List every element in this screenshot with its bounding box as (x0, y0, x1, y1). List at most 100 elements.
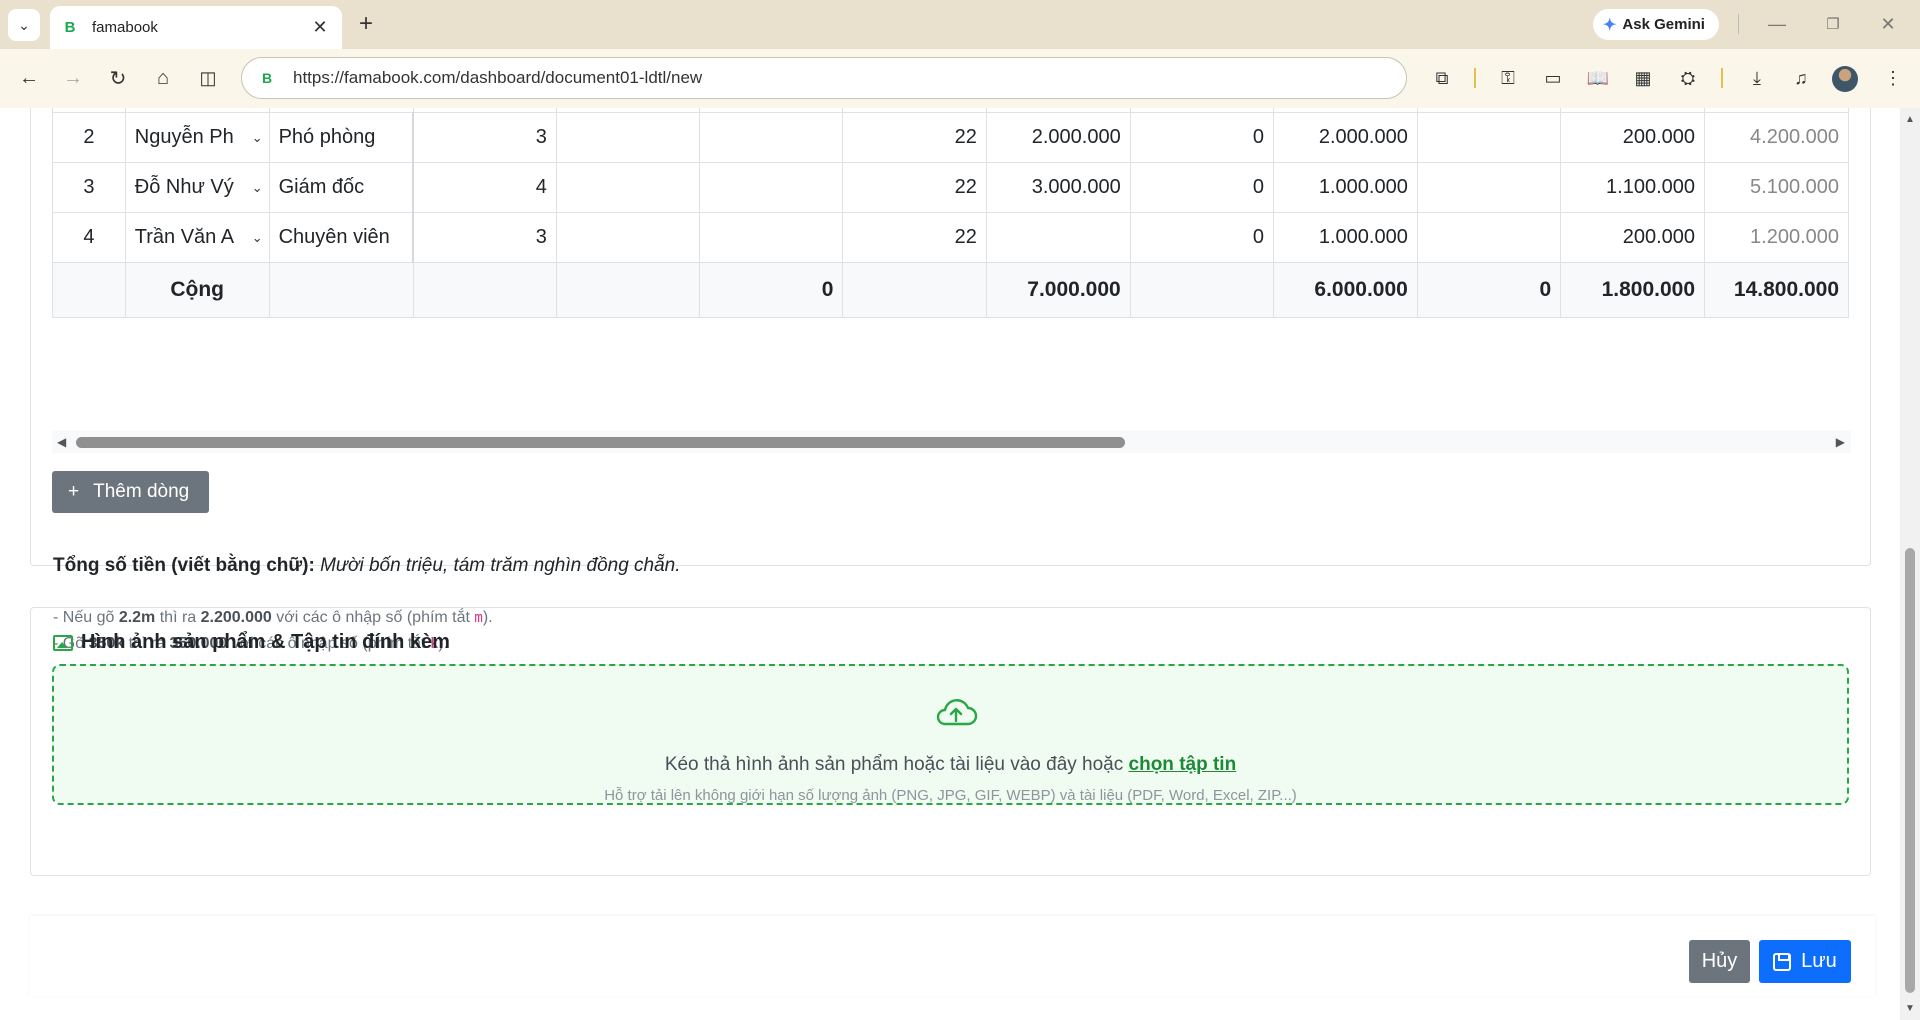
employee-select[interactable]: Trần Văn A ⌄ (124, 212, 270, 263)
minimize-icon[interactable]: — (1757, 10, 1797, 38)
scroll-left-arrow-icon[interactable]: ◀ (57, 435, 66, 449)
totals-empty-cell (842, 262, 987, 318)
page-content: 2 Nguyễn Ph ⌄ Phó phòng 3 22 2.000.000 0 … (0, 108, 1920, 1020)
tab-list-chevron-icon[interactable]: ⌄ (8, 9, 40, 41)
save-label: Lưu (1801, 950, 1837, 972)
employee-name: Nguyễn Ph (134, 126, 234, 148)
scroll-right-arrow-icon[interactable]: ▶ (1836, 435, 1845, 449)
horizontal-scroll-thumb[interactable] (76, 437, 1125, 448)
coefficient-input[interactable]: 3 (412, 112, 557, 163)
work-days-input[interactable]: 22 (842, 162, 987, 213)
url-text: https://famabook.com/dashboard/document0… (293, 68, 703, 87)
table-row: 3 Đỗ Như Vý ⌄ Giám đốc 4 22 3.000.000 0 1… (52, 162, 1849, 213)
media-control-icon[interactable]: ♫ (1786, 63, 1816, 93)
chevron-down-icon: ⌄ (251, 229, 263, 245)
number-input[interactable] (699, 112, 844, 163)
back-arrow-icon[interactable]: ← (14, 63, 44, 93)
image-icon (53, 634, 73, 651)
amount-input[interactable]: 1.000.000 (1273, 162, 1418, 213)
amount-input[interactable]: 1.000.000 (1273, 212, 1418, 263)
number-input[interactable] (555, 162, 701, 213)
amount-input[interactable] (985, 212, 1131, 263)
file-dropzone[interactable]: Kéo thả hình ảnh sản phẩm hoặc tài liệu … (52, 664, 1849, 805)
toolbar-separator (1721, 68, 1723, 88)
choose-file-link[interactable]: chọn tập tin (1129, 754, 1237, 775)
save-button[interactable]: Lưu (1759, 940, 1851, 983)
position-cell: Chuyên viên (268, 212, 415, 263)
position-cell: Giám đốc (268, 162, 415, 213)
amount-input[interactable]: 0 (1129, 112, 1275, 163)
cancel-button[interactable]: Hủy (1689, 940, 1750, 983)
add-row-button[interactable]: + Thêm dòng (52, 471, 209, 513)
window-controls-separator (1738, 14, 1739, 34)
amount-in-words-value: Mười bốn triệu, tám trăm nghìn đồng chẵn… (320, 555, 681, 576)
work-days-input[interactable]: 22 (842, 212, 987, 263)
row-total: 4.200.000 (1704, 112, 1849, 163)
profile-avatar[interactable] (1832, 66, 1858, 92)
tab-close-icon[interactable]: ✕ (310, 17, 330, 38)
attachments-title: Hình ảnh sản phẩm & Tập tin đính kèm (53, 631, 450, 654)
site-info-icon[interactable]: B (258, 69, 276, 87)
vertical-scroll-thumb[interactable] (1905, 548, 1915, 993)
totals-value: 0 (1416, 262, 1562, 318)
row-index: 3 (52, 162, 126, 213)
more-menu-icon[interactable]: ⋮ (1878, 63, 1908, 93)
row-index: 4 (52, 212, 126, 263)
amount-input[interactable]: 200.000 (1560, 112, 1706, 163)
address-bar[interactable]: B https://famabook.com/dashboard/documen… (241, 57, 1407, 99)
attachments-card: Hình ảnh sản phẩm & Tập tin đính kèm Kéo… (30, 607, 1871, 876)
reading-mode-icon[interactable]: 📖 (1583, 63, 1613, 93)
totals-label: Cộng (124, 262, 270, 318)
amount-input[interactable]: 0 (1129, 212, 1275, 263)
amount-input[interactable]: 2.000.000 (1273, 112, 1418, 163)
ask-gemini-button[interactable]: ✦ Ask Gemini (1593, 9, 1719, 40)
coefficient-input[interactable]: 4 (412, 162, 557, 213)
incognito-icon[interactable]: ⛭ (1673, 63, 1703, 93)
employee-select[interactable]: Nguyễn Ph ⌄ (124, 112, 270, 163)
browser-tab[interactable]: B famabook ✕ (50, 6, 342, 49)
reload-icon[interactable]: ↻ (103, 63, 133, 93)
employee-name: Trần Văn A (134, 226, 235, 248)
number-input[interactable] (555, 112, 701, 163)
home-icon[interactable]: ⌂ (148, 63, 178, 93)
scroll-down-arrow-icon[interactable]: ▼ (1905, 1003, 1915, 1014)
download-icon[interactable]: ⤓ (1742, 63, 1772, 93)
password-key-icon[interactable]: ⚿ (1493, 63, 1523, 93)
amount-input[interactable] (1416, 112, 1562, 163)
work-days-input[interactable]: 22 (842, 112, 987, 163)
tab-title: famabook (92, 19, 158, 36)
number-input[interactable] (555, 212, 701, 263)
split-view-icon[interactable]: ◫ (193, 63, 223, 93)
dropzone-text: Kéo thả hình ảnh sản phẩm hoặc tài liệu … (54, 754, 1847, 776)
close-window-icon[interactable]: ✕ (1868, 10, 1908, 38)
browser-toolbar: ← → ↻ ⌂ ◫ B https://famabook.com/dashboa… (0, 49, 1920, 108)
amount-in-words-label: Tổng số tiền (viết bằng chữ): (53, 555, 315, 576)
amount-input[interactable] (1416, 212, 1562, 263)
amount-input[interactable]: 2.000.000 (985, 112, 1131, 163)
totals-value: 0 (699, 262, 844, 318)
new-tab-plus-icon[interactable]: + (353, 10, 379, 37)
totals-empty-cell (52, 262, 126, 318)
extensions-puzzle-icon[interactable]: ⧉ (1427, 63, 1457, 93)
number-input[interactable] (699, 162, 844, 213)
table-layout-icon[interactable]: ▦ (1628, 63, 1658, 93)
amount-input[interactable]: 200.000 (1560, 212, 1706, 263)
amount-input[interactable]: 3.000.000 (985, 162, 1131, 213)
scroll-up-arrow-icon[interactable]: ▲ (1905, 114, 1915, 125)
employee-select[interactable]: Đỗ Như Vý ⌄ (124, 162, 270, 213)
horizontal-scrollbar[interactable]: ◀ ▶ (52, 431, 1851, 453)
position-cell: Phó phòng (268, 112, 415, 163)
salary-table-scroll-area: 2 Nguyễn Ph ⌄ Phó phòng 3 22 2.000.000 0 … (52, 108, 1849, 415)
amount-input[interactable] (1416, 162, 1562, 213)
vertical-scrollbar[interactable]: ▲ ▼ (1900, 108, 1920, 1020)
forward-arrow-icon[interactable]: → (58, 63, 88, 93)
restore-icon[interactable]: ❐ (1813, 10, 1853, 38)
cloud-upload-icon (936, 699, 978, 726)
totals-empty-cell (555, 262, 701, 318)
amount-input[interactable]: 1.100.000 (1560, 162, 1706, 213)
plus-icon: + (68, 481, 80, 502)
coefficient-input[interactable]: 3 (412, 212, 557, 263)
payment-card-icon[interactable]: ▭ (1538, 63, 1568, 93)
number-input[interactable] (699, 212, 844, 263)
amount-input[interactable]: 0 (1129, 162, 1275, 213)
